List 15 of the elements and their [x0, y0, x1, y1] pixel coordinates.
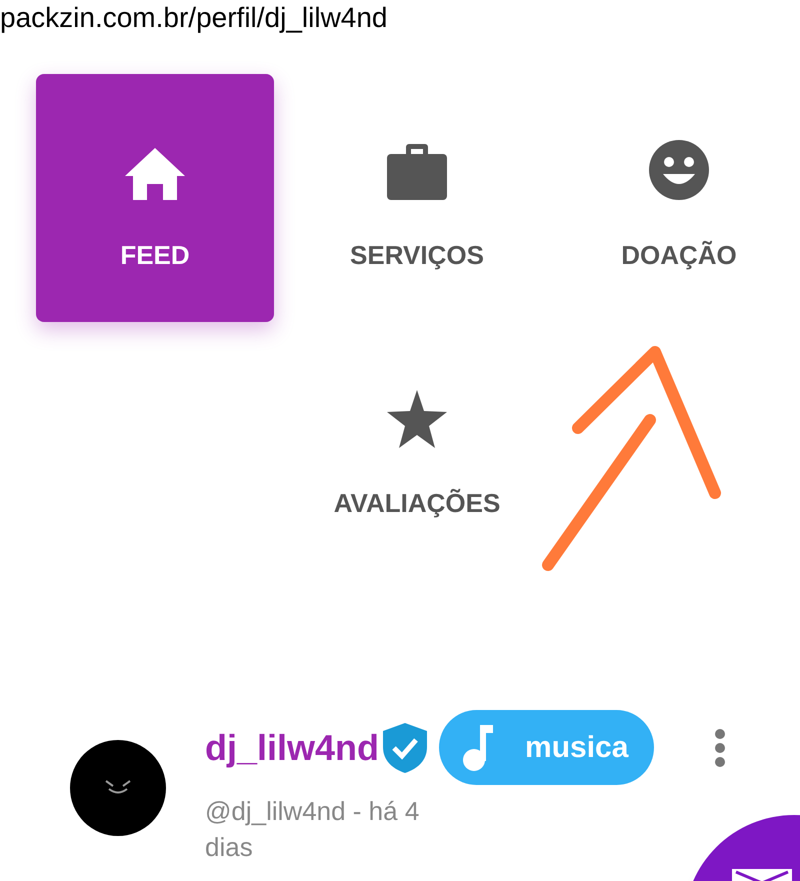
briefcase-icon — [387, 142, 447, 200]
more-options-icon[interactable] — [714, 728, 726, 768]
user-name[interactable]: dj_lilw4nd — [205, 720, 380, 774]
tab[interactable]: SERVIÇOS — [298, 74, 536, 322]
music-note-icon — [463, 724, 494, 770]
tab[interactable]: DOAÇÃO — [560, 74, 798, 322]
envelope-icon — [732, 869, 792, 881]
post-meta: @dj_lilw4nd - há 4 dias — [205, 795, 420, 864]
tab[interactable]: FEED — [36, 74, 274, 322]
grin-icon — [105, 780, 131, 796]
smiley-icon — [649, 140, 709, 200]
home-icon — [125, 148, 185, 200]
tab[interactable]: AVALIAÇÕES — [298, 322, 536, 570]
page-url: packzin.com.br/perfil/dj_lilw4nd — [0, 1, 388, 35]
star-icon — [387, 390, 447, 448]
